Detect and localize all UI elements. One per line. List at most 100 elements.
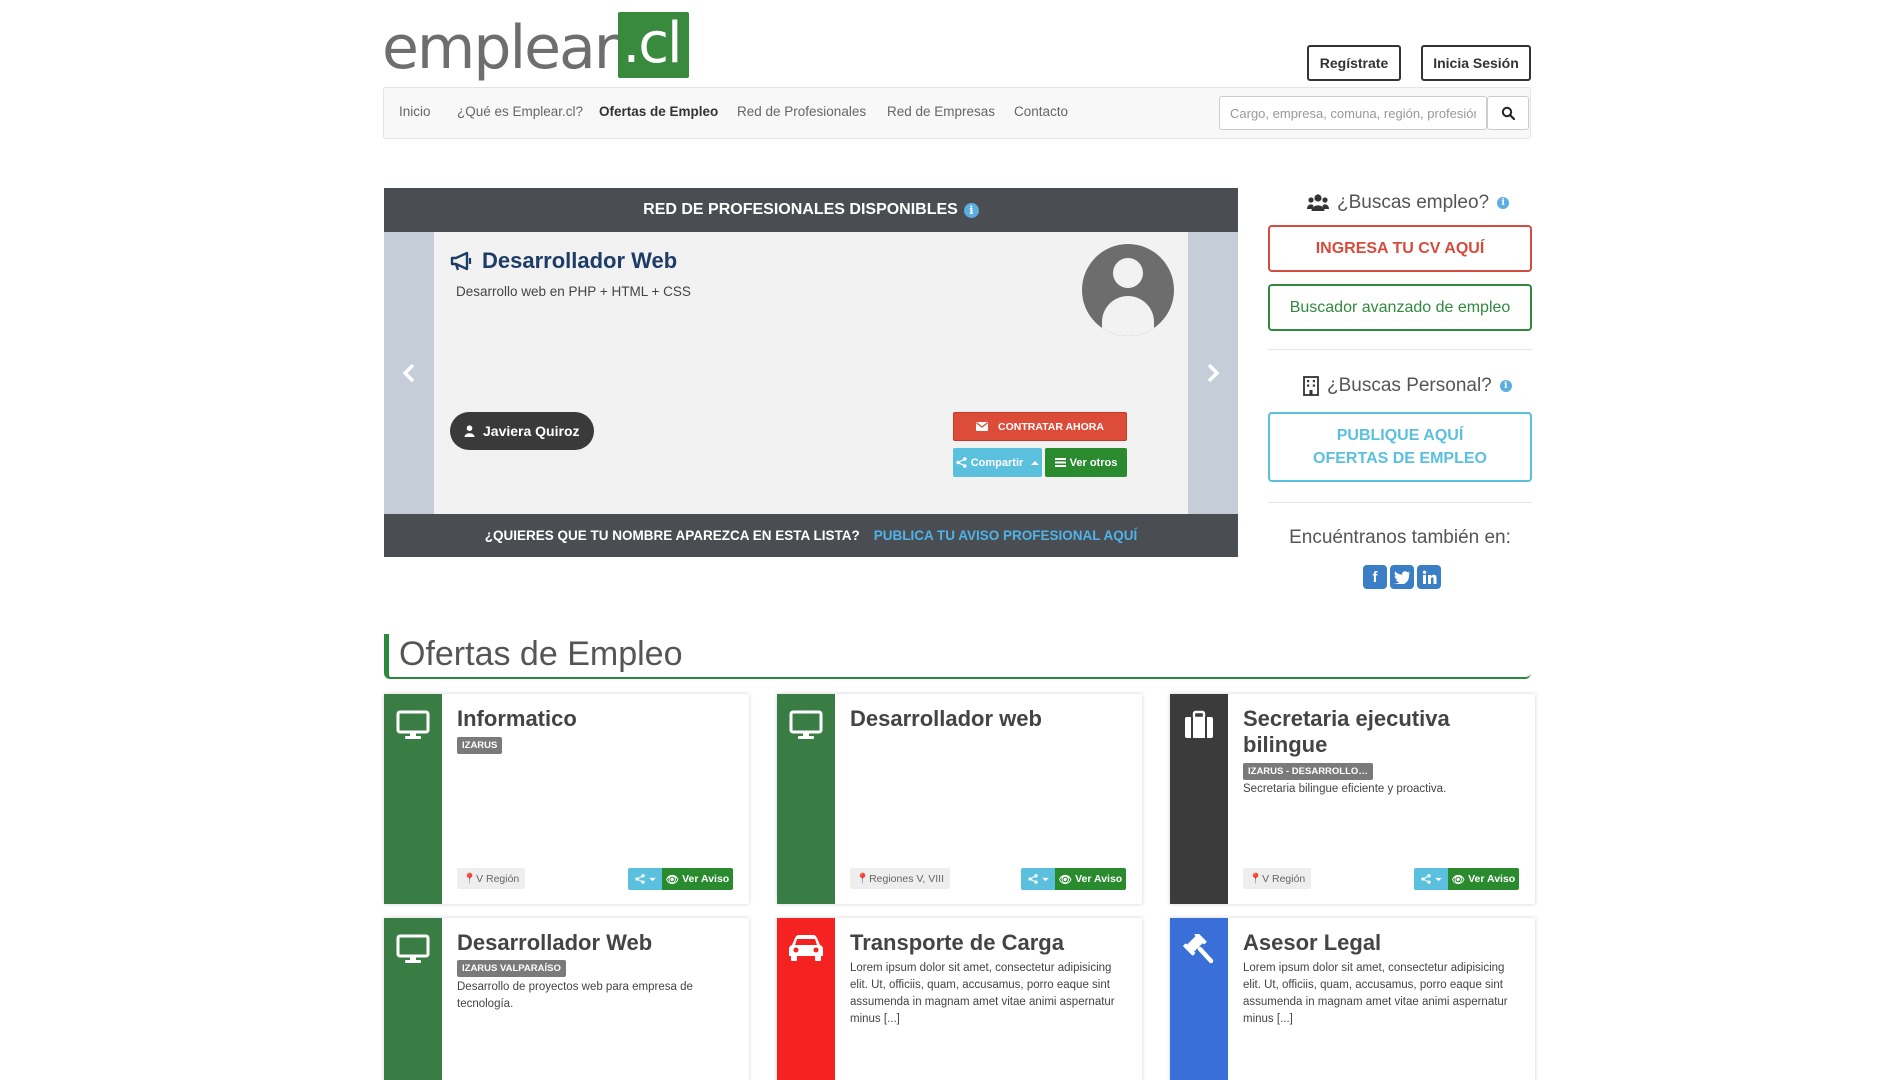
carousel-footer: ¿QUIERES QUE TU NOMBRE APAREZCA EN ESTA …	[384, 514, 1238, 557]
map-marker-icon: 📍	[463, 873, 477, 885]
job-card-description: Secretaria bilingue eficiente y proactiv…	[1243, 783, 1447, 795]
gavel-icon	[1183, 934, 1214, 964]
job-card-title[interactable]: Secretaria ejecutiva bilingue	[1243, 706, 1523, 758]
caret-down-icon	[1434, 877, 1442, 881]
monitor-icon	[396, 934, 430, 963]
nav-item-red-empresas[interactable]: Red de Empresas	[887, 104, 995, 119]
twitter-icon[interactable]	[1390, 565, 1414, 589]
advanced-search-button[interactable]: Buscador avanzado de empleo	[1268, 284, 1532, 331]
carousel-heading: RED DE PROFESIONALES DISPONIBLES	[643, 201, 958, 218]
job-card-category-strip	[777, 694, 835, 904]
job-card-title[interactable]: Transporte de Carga	[850, 930, 1130, 956]
view-offer-button[interactable]: 👁 Ver Aviso	[1448, 868, 1519, 890]
job-seeker-heading: ¿Buscas empleo? i	[1307, 192, 1510, 214]
submit-cv-button[interactable]: INGRESA TU CV AQUÍ	[1268, 225, 1532, 272]
share-icon	[956, 457, 967, 468]
publish-profile-link[interactable]: PUBLICA TU AVISO PROFESIONAL AQUÍ	[874, 528, 1138, 543]
job-card-category-strip	[777, 918, 835, 1080]
facebook-icon[interactable]: f	[1363, 565, 1387, 589]
caret-down-icon	[1041, 877, 1049, 881]
carousel-footer-question: ¿QUIERES QUE TU NOMBRE APAREZCA EN ESTA …	[484, 528, 860, 543]
eye-icon: 👁	[1058, 873, 1073, 886]
publish-offers-button[interactable]: PUBLIQUE AQUÍ OFERTAS DE EMPLEO	[1268, 412, 1532, 482]
share-button[interactable]	[628, 868, 662, 890]
employer-heading: ¿Buscas Personal? i	[1303, 375, 1512, 397]
sidebar-divider	[1268, 502, 1532, 503]
sidebar-divider	[1268, 349, 1532, 350]
professional-title[interactable]: Desarrollador Web	[450, 248, 677, 274]
share-icon	[634, 874, 645, 884]
building-icon	[1303, 376, 1319, 396]
carousel-next-button[interactable]	[1188, 232, 1238, 514]
nav-item-inicio[interactable]: Inicio	[399, 104, 431, 119]
share-dropdown-button[interactable]: Compartir	[953, 448, 1042, 477]
professional-name: Javiera Quiroz	[483, 423, 580, 439]
job-card[interactable]: Secretaria ejecutiva bilingue IZARUS - D…	[1170, 694, 1535, 904]
search-button[interactable]	[1487, 96, 1529, 130]
caret-down-icon	[648, 877, 656, 881]
map-marker-icon: 📍	[856, 873, 870, 885]
search-input[interactable]	[1219, 96, 1487, 130]
professionals-carousel: RED DE PROFESIONALES DISPONIBLES i Desar…	[384, 188, 1238, 557]
job-card-category-strip	[1170, 918, 1228, 1080]
view-offer-button[interactable]: 👁 Ver Aviso	[1055, 868, 1126, 890]
info-icon[interactable]: i	[1497, 197, 1510, 209]
share-label: Compartir	[970, 456, 1024, 469]
search-icon	[1501, 106, 1515, 120]
company-badge: IZARUS	[457, 737, 503, 754]
logo-domain-box: .cl	[618, 12, 689, 78]
envelope-icon	[976, 422, 989, 431]
job-card-description: Desarrollo de proyectos web para empresa…	[457, 981, 693, 1010]
section-title: Ofertas de Empleo	[384, 634, 1531, 679]
user-icon	[464, 425, 475, 437]
nav-item-red-profesionales[interactable]: Red de Profesionales	[737, 104, 866, 119]
publish-offers-line2: OFERTAS DE EMPLEO	[1313, 450, 1487, 467]
info-icon[interactable]: i	[963, 202, 979, 218]
job-card[interactable]: Transporte de Carga Lorem ipsum dolor si…	[777, 918, 1142, 1080]
eye-icon: 👁	[1451, 873, 1466, 886]
site-logo[interactable]: emplear .cl	[382, 8, 689, 78]
job-card-description: Lorem ipsum dolor sit amet, consectetur …	[850, 962, 1115, 1025]
contract-now-label: CONTRATAR AHORA	[998, 420, 1104, 433]
nav-item-ofertas[interactable]: Ofertas de Empleo	[599, 104, 718, 119]
job-card[interactable]: Asesor Legal Lorem ipsum dolor sit amet,…	[1170, 918, 1535, 1080]
job-card-title[interactable]: Asesor Legal	[1243, 930, 1523, 956]
carousel-prev-button[interactable]	[384, 232, 434, 514]
job-card-title[interactable]: Informatico	[457, 706, 737, 732]
job-card[interactable]: Informatico IZARUS 📍V Región 👁 Ver Aviso	[384, 694, 749, 904]
professional-name-pill[interactable]: Javiera Quiroz	[450, 412, 594, 450]
job-card-title[interactable]: Desarrollador Web	[457, 930, 737, 956]
nav-item-contacto[interactable]: Contacto	[1014, 104, 1068, 119]
share-button[interactable]	[1021, 868, 1055, 890]
job-card[interactable]: Desarrollador web 📍Regiones V, VIII 👁 Ver…	[777, 694, 1142, 904]
region-label: V Región	[476, 873, 520, 885]
find-us-text: Encuéntranos también en:	[1289, 527, 1511, 548]
job-card[interactable]: Desarrollador Web IZARUS VALPARAÍSO Desa…	[384, 918, 749, 1080]
professional-title-text: Desarrollador Web	[482, 248, 678, 273]
nav-item-que-es[interactable]: ¿Qué es Emplear.cl?	[457, 104, 583, 119]
contract-now-button[interactable]: CONTRATAR AHORA	[953, 412, 1127, 441]
register-button[interactable]: Regístrate	[1307, 45, 1401, 81]
view-offer-button[interactable]: 👁 Ver Aviso	[662, 868, 733, 890]
job-card-category-strip	[384, 918, 442, 1080]
info-icon[interactable]: i	[1499, 380, 1512, 392]
job-card-category-strip	[384, 694, 442, 904]
share-button[interactable]	[1414, 868, 1448, 890]
logo-text: emplear	[382, 13, 618, 83]
briefcase-icon	[1185, 710, 1213, 738]
region-tag: 📍V Región	[457, 868, 526, 889]
map-marker-icon: 📍	[1249, 873, 1263, 885]
job-card-title[interactable]: Desarrollador web	[850, 706, 1130, 732]
linkedin-icon[interactable]	[1417, 565, 1441, 589]
carousel-header: RED DE PROFESIONALES DISPONIBLES i	[384, 188, 1238, 232]
megaphone-icon	[450, 251, 472, 271]
users-icon	[1307, 194, 1329, 211]
list-icon	[1054, 458, 1066, 467]
publish-offers-line1: PUBLIQUE AQUÍ	[1336, 427, 1464, 444]
company-badge: IZARUS VALPARAÍSO	[457, 960, 566, 977]
login-button[interactable]: Inicia Sesión	[1421, 45, 1531, 81]
see-others-button[interactable]: Ver otros	[1045, 448, 1127, 477]
view-offer-label: Ver Aviso	[682, 873, 730, 885]
region-tag: 📍V Región	[1243, 868, 1312, 889]
share-icon	[1027, 874, 1038, 884]
